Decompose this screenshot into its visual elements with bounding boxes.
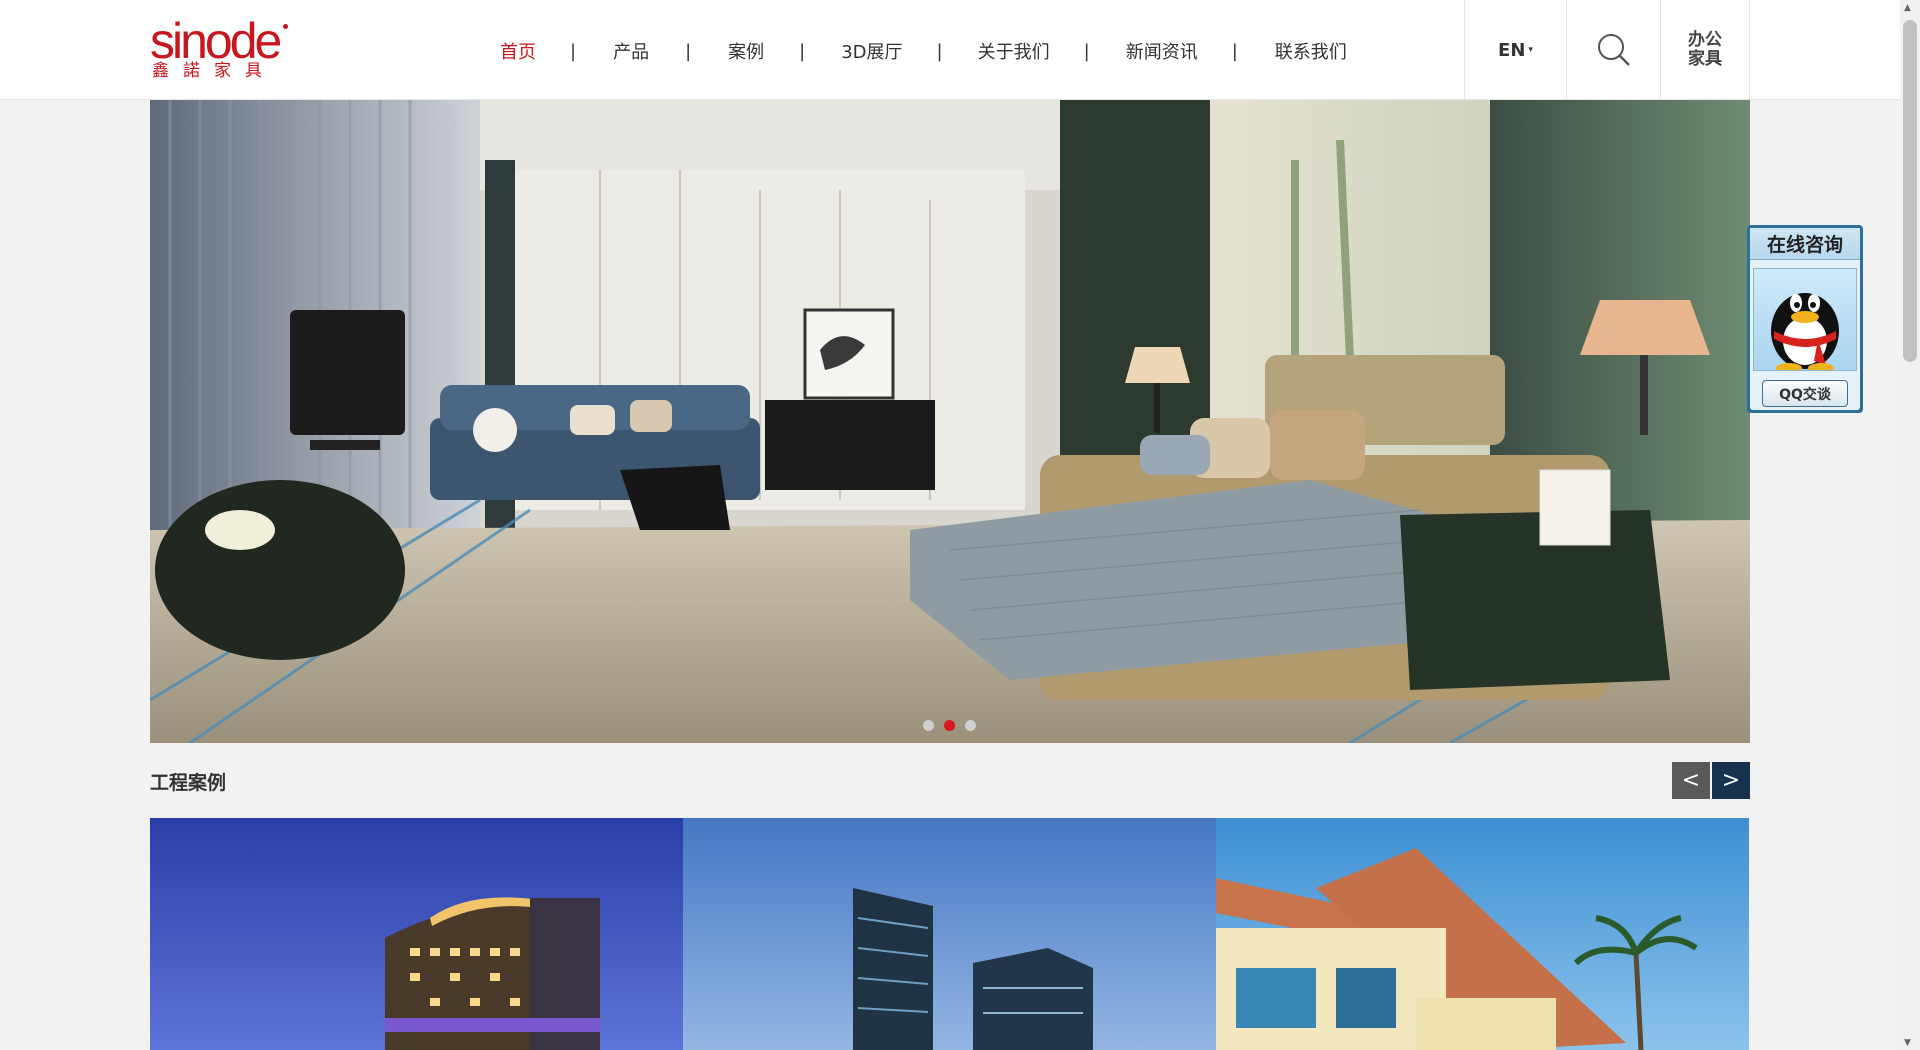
qq-chat-button[interactable]: QQ交谈	[1762, 380, 1848, 407]
carousel-dots	[923, 720, 976, 731]
case-card[interactable]	[150, 818, 683, 1050]
qq-penguin-icon	[1753, 268, 1857, 373]
bedroom-photo	[150, 100, 1750, 743]
case-card[interactable]	[683, 818, 1216, 1050]
nav-item-home[interactable]: 首页	[500, 38, 536, 64]
nav-separator: |	[799, 40, 806, 62]
scroll-up-icon[interactable]: ▲	[1904, 3, 1911, 13]
section-title: 工程案例	[150, 772, 227, 794]
carousel-dot-active[interactable]	[944, 720, 955, 731]
office-label-line2: 家具	[1688, 49, 1722, 69]
prev-arrow-button[interactable]: <	[1672, 762, 1710, 799]
hotel-photo	[150, 818, 683, 1050]
scrollbar-thumb[interactable]	[1903, 20, 1917, 362]
caret-down-icon: ▾	[1528, 45, 1533, 55]
nav-separator: |	[685, 40, 692, 62]
nav-item-about[interactable]: 关于我们	[978, 38, 1050, 64]
qq-consult-widget[interactable]: 在线咨询 QQ交谈	[1747, 225, 1863, 413]
search-button[interactable]	[1566, 0, 1660, 100]
qq-panel: 在线咨询 QQ交谈	[1750, 228, 1860, 410]
nav-item-3d-showroom[interactable]: 3D展厅	[841, 38, 902, 64]
nav-separator: |	[1231, 40, 1238, 62]
hero-banner[interactable]	[150, 100, 1750, 743]
scroll-down-icon[interactable]: ▼	[1904, 1038, 1911, 1048]
logo-dot	[283, 24, 288, 29]
villa-photo	[1216, 818, 1749, 1050]
language-switch[interactable]: EN ▾	[1464, 0, 1566, 100]
next-arrow-button[interactable]: >	[1712, 762, 1750, 799]
qq-title: 在线咨询	[1750, 228, 1860, 260]
office-label-line1: 办公	[1688, 30, 1722, 50]
nav-separator: |	[1083, 40, 1090, 62]
carousel-dot[interactable]	[923, 720, 934, 731]
case-gallery	[150, 818, 1750, 1050]
nav-item-contact[interactable]: 联系我们	[1275, 38, 1347, 64]
carousel-dot[interactable]	[965, 720, 976, 731]
site-logo[interactable]: sinode 鑫諾家具	[150, 13, 290, 81]
nav-item-cases[interactable]: 案例	[728, 38, 764, 64]
nav-separator: |	[936, 40, 943, 62]
nav-item-products[interactable]: 产品	[613, 38, 649, 64]
language-label: EN	[1498, 39, 1526, 61]
logo-subtitle: 鑫諾家具	[152, 61, 276, 81]
office-tower-photo	[683, 818, 1216, 1050]
case-card[interactable]	[1216, 818, 1749, 1050]
nav-separator: |	[570, 40, 577, 62]
main-nav: 首页 | 产品 | 案例 | 3D展厅 | 关于我们 | 新闻资讯 | 联系我们	[500, 38, 1347, 64]
search-icon	[1597, 34, 1630, 66]
site-header: sinode 鑫諾家具 首页 | 产品 | 案例 | 3D展厅 | 关于我们 |…	[0, 0, 1920, 100]
office-furniture-link[interactable]: 办公 家具	[1660, 0, 1750, 100]
nav-item-news[interactable]: 新闻资讯	[1126, 38, 1198, 64]
